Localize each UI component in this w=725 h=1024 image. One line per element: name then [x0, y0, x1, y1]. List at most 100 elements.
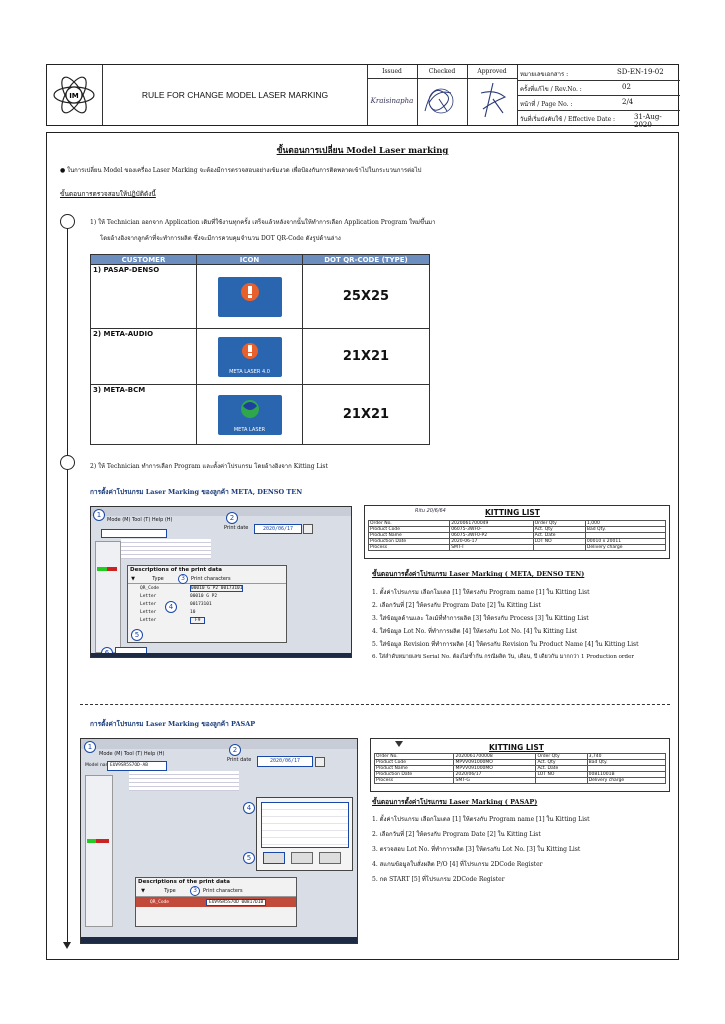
data-grid [129, 771, 239, 791]
close-button[interactable] [319, 852, 341, 864]
print-data-panel: Descriptions of the print data ▼ Type 3 … [135, 877, 297, 927]
col-header-qr: DOT QR-CODE (TYPE) [302, 254, 430, 265]
checked-label: Checked [428, 68, 456, 75]
status-indicators [97, 567, 117, 571]
icon-cell: META LASER 4.0 [196, 328, 303, 385]
kitting-title: KITTING LIST [489, 743, 544, 752]
type-col-header: Type [152, 575, 164, 582]
pasap-step: 4. สแกนข้อมูลใบสั่งผลิต P/O [4] ที่โปรแก… [372, 861, 543, 868]
qr-type-cell: 21X21 [302, 328, 430, 385]
dropdown-arrow-icon[interactable]: ▼ [136, 888, 150, 894]
icon-cell [196, 264, 303, 329]
row-chars: 00173101 [190, 601, 212, 607]
page-value: 2/4 [622, 98, 634, 106]
kit-cell [532, 544, 586, 551]
pasap-step: 1. ตั้งค่าโปรแกรม เลือกโมเดล [1] ให้ตรงก… [372, 816, 590, 823]
print-date-label: Print date [227, 757, 252, 763]
col-header-customer: CUSTOMER [90, 254, 197, 265]
document-header: IM RULE FOR CHANGE MODEL LASER MARKING I… [46, 64, 680, 129]
flow-arrow-icon [63, 942, 71, 949]
meta-laser-4-app-icon[interactable]: META LASER 4.0 [217, 336, 282, 377]
kitting-table: Order No. 2020061700049 Order Qty 1,000 Pro… [367, 520, 667, 551]
print-date-field[interactable]: 2020/06/17 [254, 524, 302, 534]
rev-label: ครั้งที่แก้ไข / Rev.No. : [520, 86, 582, 93]
effective-date-value: 31-Aug- 2020 [634, 113, 662, 129]
print-row[interactable]: QR_Code EUV9SR5S7OD 00817D1B [136, 897, 296, 907]
icon-label: META LASER 4.0 [229, 368, 270, 375]
kit-cell: Delivery charge [586, 777, 667, 784]
page-label: หน้าที่ / Page No. : [520, 101, 573, 108]
page-title: ขั้นตอนการเปลี่ยน Model Laser marking [276, 146, 449, 156]
status-indicators [87, 839, 109, 843]
dropdown-arrow-icon[interactable]: ▼ [128, 576, 138, 582]
icon-cell: META LASER [196, 384, 303, 445]
customer-table: CUSTOMER ICON DOT QR-CODE (TYPE) 1) PASA… [90, 254, 430, 445]
print-row[interactable]: QR_Code 00010 G P2 00173101 [128, 584, 286, 592]
pasap-step: 5. กด START [5] ที่โปรแกรม 2DCode Regist… [372, 876, 505, 883]
pasap-app-icon[interactable] [217, 276, 282, 317]
start-button[interactable] [263, 852, 285, 864]
meta-step: 6. ใส่ลำดับหมายเลข Serial No. ต้องไม่ซ้ำ… [372, 654, 634, 660]
kit-cell: Process [373, 777, 455, 784]
pasap-steps-heading: ขั้นตอนการตั้งค่าโปรแกรม Laser Marking (… [372, 798, 538, 806]
icon-label: META LASER [233, 426, 266, 433]
row-type: Letter [140, 593, 157, 599]
meta-step: 5. ใส่ข้อมูล Revision ที่ทำการผลิต [4] ใ… [372, 641, 639, 648]
meta-steps-heading: ขั้นตอนการตั้งค่าโปรแกรม Laser Marking (… [372, 570, 585, 578]
meta-step: 2. เลือกวันที่ [2] ให้ตรงกับ Program Dat… [372, 602, 541, 609]
kit-cell: Delivery charge [584, 544, 667, 551]
kit-cell: SMT-G [453, 777, 537, 784]
type-col-header: Type [164, 888, 176, 894]
model-selector[interactable] [101, 529, 167, 538]
print-row[interactable]: Letter 00173101 [128, 600, 286, 608]
row-chars: F9 [190, 616, 206, 624]
chars-col-header: Print characters [203, 888, 243, 894]
meta-kitting-list: Ritu 20/6/64 KITTING LIST Order No. 20200… [364, 505, 670, 559]
row-chars: 10 [190, 609, 196, 615]
row-chars: 00010 G P2 [190, 593, 218, 599]
left-panel [95, 541, 121, 653]
print-row[interactable]: Letter 10 [128, 608, 286, 616]
marker-1: 1 [93, 509, 105, 521]
step1-line2: โดยอ้างอิงจากลูกค้าที่จะทำการผลิต ซึ่งจะ… [100, 235, 341, 242]
meta-section-heading: การตั้งค่าโปรแกรม Laser Marking ของลูกค้… [90, 488, 303, 496]
print-data-title: Descriptions of the print data [138, 879, 231, 885]
kit-cell: Process [367, 544, 451, 551]
print-data-title: Descriptions of the print data [130, 567, 223, 573]
print-row[interactable]: Letter F9 [128, 616, 286, 624]
kitting-table: Order No. 2020061700008 Order Qty 3,740 Pro… [373, 753, 667, 784]
print-date-field[interactable]: 2020/06/17 [257, 756, 313, 767]
marker-3: 3 [190, 886, 200, 896]
menu-bar[interactable]: Mode (M) Tool (T) Help (H) [99, 751, 165, 757]
kit-cell: SMT-T [449, 544, 534, 551]
print-row[interactable]: Letter 00010 G P2 [128, 592, 286, 600]
meta-laser-app-icon[interactable]: META LASER [217, 394, 282, 435]
end-button[interactable] [291, 852, 313, 864]
flow-node-2 [60, 455, 75, 470]
calendar-icon[interactable] [303, 524, 313, 534]
doc-no-value: SD-EN-19-02 [617, 68, 664, 76]
meta-software-screenshot: 1 Mode (M) Tool (T) Help (H) 2 Print dat… [90, 506, 352, 658]
customer-cell: 1) PASAP-DENSO [90, 264, 197, 329]
marker-4: 4 [165, 601, 177, 613]
model-name-field[interactable]: EUV9SR5S7OD-AB [107, 761, 167, 771]
marker-5: 5 [243, 852, 255, 864]
pasap-software-screenshot: 1 Mode (M) Tool (T) Help (H) Model name … [80, 738, 358, 944]
step2-text: 2) ให้ Technician ทำการเลือก Program และ… [90, 463, 328, 470]
kit-cell [535, 777, 588, 784]
row-type: QR_Code [150, 899, 169, 905]
customer-cell: 3) META-BCM [90, 384, 197, 445]
pasap-kitting-list: KITTING LIST Order No. 2020061700008 Order… [370, 738, 670, 792]
calendar-icon[interactable] [315, 757, 325, 767]
marker-4: 4 [243, 802, 255, 814]
section-divider [80, 704, 670, 705]
marker-5: 5 [131, 629, 143, 641]
doc-no-label: หมายเลขเอกสาร : [520, 71, 569, 78]
arrow-down-icon [395, 741, 403, 747]
issued-label: Issued [382, 68, 402, 75]
menu-bar[interactable]: Mode (M) Tool (T) Help (H) [107, 517, 173, 523]
row-type: Letter [140, 609, 157, 615]
po-entry-box[interactable] [261, 802, 349, 848]
rev-value: 02 [622, 83, 631, 91]
customer-cell: 2) META-AUDIO [90, 328, 197, 385]
